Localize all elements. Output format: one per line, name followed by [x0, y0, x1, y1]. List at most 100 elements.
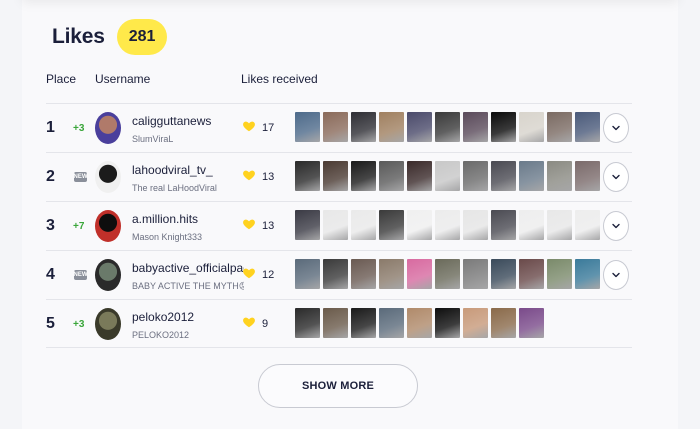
- post-thumbnail[interactable]: [519, 259, 544, 289]
- post-thumbnail[interactable]: [519, 112, 544, 142]
- display-name: The real LaHoodViral: [132, 183, 217, 193]
- likes-received-count: 13: [262, 220, 275, 232]
- post-thumbnail[interactable]: [575, 161, 600, 191]
- new-entry-badge: NEW: [73, 270, 88, 280]
- post-thumbnail[interactable]: [435, 112, 460, 142]
- liked-posts-thumbnails: [295, 308, 544, 338]
- likes-received-count: 12: [262, 269, 275, 281]
- rank-change: +3: [73, 319, 85, 330]
- post-thumbnail[interactable]: [547, 161, 572, 191]
- avatar[interactable]: [95, 161, 121, 193]
- expand-row-button[interactable]: [603, 162, 629, 192]
- post-thumbnail[interactable]: [547, 210, 572, 240]
- post-thumbnail[interactable]: [407, 112, 432, 142]
- place-number: 3: [46, 217, 55, 234]
- post-thumbnail[interactable]: [491, 259, 516, 289]
- post-thumbnail[interactable]: [407, 308, 432, 338]
- post-thumbnail[interactable]: [379, 308, 404, 338]
- post-thumbnail[interactable]: [351, 112, 376, 142]
- avatar[interactable]: [95, 259, 121, 291]
- post-thumbnail[interactable]: [351, 259, 376, 289]
- post-thumbnail[interactable]: [323, 112, 348, 142]
- username-link[interactable]: babyactive_officialpage: [132, 261, 244, 275]
- post-thumbnail[interactable]: [491, 308, 516, 338]
- post-thumbnail[interactable]: [575, 259, 600, 289]
- post-thumbnail[interactable]: [407, 259, 432, 289]
- post-thumbnail[interactable]: [491, 112, 516, 142]
- post-thumbnail[interactable]: [435, 308, 460, 338]
- post-thumbnail[interactable]: [463, 259, 488, 289]
- place-number: 1: [46, 119, 55, 136]
- post-thumbnail[interactable]: [323, 308, 348, 338]
- avatar[interactable]: [95, 210, 121, 242]
- username-link[interactable]: lahoodviral_tv_: [132, 163, 213, 177]
- post-thumbnail[interactable]: [295, 112, 320, 142]
- section-title: Likes: [52, 25, 105, 48]
- display-name: PELOKO2012: [132, 330, 190, 340]
- column-header-username: Username: [95, 72, 151, 86]
- leaderboard-row: 1 +3 caligguttanews SlumViraL 17: [46, 103, 632, 152]
- post-thumbnail[interactable]: [547, 112, 572, 142]
- show-more-button[interactable]: SHOW MORE: [258, 364, 418, 408]
- avatar[interactable]: [95, 112, 121, 144]
- post-thumbnail[interactable]: [379, 259, 404, 289]
- display-name: SlumViraL: [132, 134, 174, 144]
- post-thumbnail[interactable]: [491, 210, 516, 240]
- post-thumbnail[interactable]: [491, 161, 516, 191]
- post-thumbnail[interactable]: [295, 161, 320, 191]
- post-thumbnail[interactable]: [519, 308, 544, 338]
- heart-icon: [243, 268, 255, 279]
- post-thumbnail[interactable]: [323, 161, 348, 191]
- post-thumbnail[interactable]: [379, 112, 404, 142]
- post-thumbnail[interactable]: [295, 210, 320, 240]
- place-number: 4: [46, 266, 55, 283]
- post-thumbnail[interactable]: [463, 161, 488, 191]
- post-thumbnail[interactable]: [547, 259, 572, 289]
- heart-icon: [243, 121, 255, 132]
- post-thumbnail[interactable]: [575, 112, 600, 142]
- post-thumbnail[interactable]: [435, 161, 460, 191]
- place-number: 5: [46, 315, 55, 332]
- liked-posts-thumbnails: [295, 210, 600, 240]
- post-thumbnail[interactable]: [463, 308, 488, 338]
- post-thumbnail[interactable]: [379, 210, 404, 240]
- chevron-down-icon: [612, 223, 620, 229]
- post-thumbnail[interactable]: [519, 161, 544, 191]
- post-thumbnail[interactable]: [351, 210, 376, 240]
- column-header-place: Place: [46, 72, 77, 86]
- post-thumbnail[interactable]: [351, 161, 376, 191]
- post-thumbnail[interactable]: [295, 259, 320, 289]
- display-name: BABY ACTIVE THE MYTH😡 H: [132, 281, 244, 291]
- post-thumbnail[interactable]: [463, 112, 488, 142]
- place-number: 2: [46, 168, 55, 185]
- post-thumbnail[interactable]: [379, 161, 404, 191]
- post-thumbnail[interactable]: [323, 210, 348, 240]
- post-thumbnail[interactable]: [351, 308, 376, 338]
- display-name: Mason Knight333: [132, 232, 203, 242]
- likes-received-count: 17: [262, 122, 275, 134]
- username-link[interactable]: a.million.hits: [132, 212, 198, 226]
- post-thumbnail[interactable]: [407, 161, 432, 191]
- post-thumbnail[interactable]: [435, 259, 460, 289]
- likes-count-badge: 281: [116, 19, 168, 55]
- post-thumbnail[interactable]: [323, 259, 348, 289]
- expand-row-button[interactable]: [603, 211, 629, 241]
- post-thumbnail[interactable]: [435, 210, 460, 240]
- expand-row-button[interactable]: [603, 260, 629, 290]
- likes-received-count: 9: [262, 318, 269, 330]
- liked-posts-thumbnails: [295, 161, 600, 191]
- post-thumbnail[interactable]: [295, 308, 320, 338]
- avatar[interactable]: [95, 308, 121, 340]
- expand-row-button[interactable]: [603, 113, 629, 143]
- username-link[interactable]: caligguttanews: [132, 114, 211, 128]
- username-link[interactable]: peloko2012: [132, 310, 194, 324]
- leaderboard-row: 3 +7 a.million.hits Mason Knight333 13: [46, 201, 632, 250]
- column-header-likes-received: Likes received: [241, 72, 318, 86]
- leaderboard-row: 4 NEW babyactive_officialpage BABY ACTIV…: [46, 250, 632, 299]
- chevron-down-icon: [612, 125, 620, 131]
- post-thumbnail[interactable]: [407, 210, 432, 240]
- post-thumbnail[interactable]: [575, 210, 600, 240]
- leaderboard-list: 1 +3 caligguttanews SlumViraL 17 2 NEW l…: [46, 103, 632, 348]
- post-thumbnail[interactable]: [463, 210, 488, 240]
- post-thumbnail[interactable]: [519, 210, 544, 240]
